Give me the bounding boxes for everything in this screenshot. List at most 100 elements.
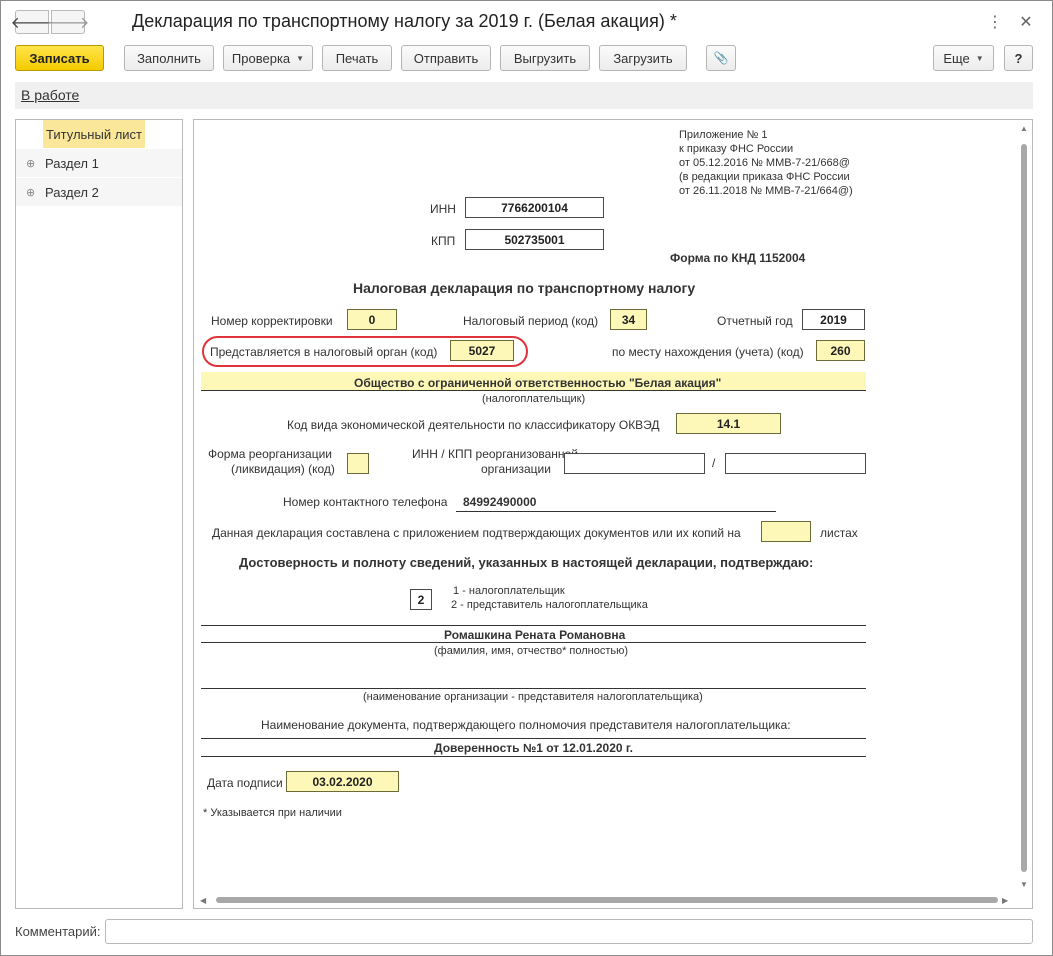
help-button[interactable]: ? <box>1004 45 1033 71</box>
declaration-window: 🡐 🡒 Декларация по транспортному налогу з… <box>0 0 1053 956</box>
reorg-label: Форма реорганизации <box>208 447 332 461</box>
caret-down-icon: ▼ <box>296 53 305 63</box>
divider <box>201 625 866 626</box>
forward-button[interactable]: 🡒 <box>47 10 89 34</box>
divider <box>201 642 866 643</box>
sign-date-field[interactable]: 03.02.2020 <box>286 771 399 792</box>
signer-name[interactable]: Ромашкина Рената Романовна <box>444 628 625 642</box>
sheets-label: листах <box>820 526 858 540</box>
tree-item-label: Раздел 1 <box>45 155 99 171</box>
period-label: Налоговый период (код) <box>463 314 599 328</box>
scroll-down-icon[interactable]: ▼ <box>1020 880 1028 889</box>
location-field[interactable]: 260 <box>816 340 865 361</box>
expand-icon[interactable]: ⊕ <box>26 157 37 170</box>
vertical-scroll-thumb[interactable] <box>1021 144 1027 872</box>
import-button[interactable]: Загрузить <box>599 45 687 71</box>
divider <box>201 756 866 757</box>
scroll-right-icon[interactable]: ▶ <box>1002 896 1008 905</box>
inn-label: ИНН <box>430 202 456 216</box>
attach-button[interactable]: 📎 <box>706 45 736 71</box>
signer-option: 1 - налогоплательщик <box>453 585 565 597</box>
status-link[interactable]: В работе <box>21 87 79 103</box>
confirm-heading: Достоверность и полноту сведений, указан… <box>239 555 814 570</box>
window-title: Декларация по транспортному налогу за 20… <box>132 11 677 31</box>
form-heading: Налоговая декларация по транспортному на… <box>353 280 696 296</box>
phone-value[interactable]: 84992490000 <box>463 495 536 509</box>
paperclip-icon: 📎 <box>713 51 729 65</box>
back-button[interactable]: 🡐 <box>11 10 53 34</box>
expand-icon[interactable]: ⊕ <box>26 186 37 199</box>
appendix-line: от 05.12.2016 № ММВ-7-21/668@ <box>679 157 850 169</box>
doc-value[interactable]: Доверенность №1 от 12.01.2020 г. <box>434 741 633 755</box>
signer-caption: (фамилия, имя, отчество* полностью) <box>434 645 629 657</box>
status-bar: В работе <box>15 82 1033 109</box>
knd-code: Форма по КНД 1152004 <box>670 251 806 265</box>
year-field[interactable]: 2019 <box>802 309 865 330</box>
rep-org-caption: (наименование организации - представител… <box>363 691 703 703</box>
check-dropdown-button[interactable]: Проверка ▼ <box>223 45 313 71</box>
vertical-scrollbar[interactable]: ▲ ▼ <box>1016 120 1032 892</box>
reorg-field[interactable] <box>347 453 369 474</box>
appendix-line: Приложение № 1 <box>679 129 768 141</box>
divider <box>201 738 866 739</box>
scroll-up-icon[interactable]: ▲ <box>1020 124 1028 133</box>
reorg-kpp-field[interactable] <box>725 453 866 474</box>
send-button[interactable]: Отправить <box>401 45 491 71</box>
divider <box>201 390 866 391</box>
attachments-field[interactable] <box>761 521 811 542</box>
fill-button[interactable]: Заполнить <box>124 45 214 71</box>
authority-field[interactable]: 5027 <box>450 340 514 361</box>
horizontal-scrollbar[interactable]: ◀ ▶ <box>194 892 1032 908</box>
location-label: по месту нахождения (учета) (код) <box>612 345 804 359</box>
kpp-field[interactable]: 502735001 <box>465 229 604 250</box>
tree-item-label: Раздел 2 <box>45 184 99 200</box>
correction-field[interactable]: 0 <box>347 309 397 330</box>
tree-item-title-page[interactable]: Титульный лист <box>16 120 182 148</box>
reorg-label: (ликвидация) (код) <box>231 462 335 476</box>
tree-item-section-1[interactable]: ⊕ Раздел 1 <box>16 149 182 177</box>
okved-label: Код вида экономической деятельности по к… <box>287 418 660 432</box>
caret-down-icon: ▼ <box>975 53 984 63</box>
reorg-inn-field[interactable] <box>564 453 705 474</box>
signer-option: 2 - представитель налогоплательщика <box>451 599 648 611</box>
scroll-left-icon[interactable]: ◀ <box>200 896 206 905</box>
footnote: * Указывается при наличии <box>203 807 342 819</box>
export-button[interactable]: Выгрузить <box>500 45 590 71</box>
save-button[interactable]: Записать <box>15 45 104 71</box>
phone-label: Номер контактного телефона <box>283 495 448 509</box>
correction-label: Номер корректировки <box>211 314 333 328</box>
more-label: Еще <box>943 50 970 66</box>
tree-item-section-2[interactable]: ⊕ Раздел 2 <box>16 178 182 206</box>
slash: / <box>712 456 716 470</box>
inn-field[interactable]: 7766200104 <box>465 197 604 218</box>
attachments-label: Данная декларация составлена с приложени… <box>212 526 741 540</box>
authority-label: Представляется в налоговый орган (код) <box>210 345 438 359</box>
horizontal-scroll-thumb[interactable] <box>216 897 998 903</box>
declaration-form: Приложение № 1 к приказу ФНС России от 0… <box>193 119 1033 909</box>
okved-field[interactable]: 14.1 <box>676 413 781 434</box>
appendix-line: от 26.11.2018 № ММВ-7-21/664@) <box>679 185 853 197</box>
org-caption: (налогоплательщик) <box>482 393 586 405</box>
reorg-inn-label: ИНН / КПП реорганизованной <box>412 447 578 461</box>
appendix-line: (в редакции приказа ФНС России <box>679 171 850 183</box>
year-label: Отчетный год <box>717 314 793 328</box>
close-icon[interactable]: ✕ <box>1017 12 1035 32</box>
comment-label: Комментарий: <box>15 924 101 939</box>
sign-date-label: Дата подписи <box>207 776 283 790</box>
org-name: Общество с ограниченной ответственностью… <box>354 376 722 390</box>
doc-label: Наименование документа, подтверждающего … <box>261 718 791 732</box>
section-tree: Титульный лист ⊕ Раздел 1 ⊕ Раздел 2 <box>15 119 183 909</box>
more-dropdown-button[interactable]: Еще ▼ <box>933 45 994 71</box>
signer-code-field[interactable]: 2 <box>410 589 432 610</box>
comment-input[interactable] <box>105 919 1033 944</box>
more-icon[interactable]: ⋮ <box>986 12 1004 32</box>
reorg-inn-label: организации <box>481 462 551 476</box>
tree-item-label: Титульный лист <box>43 120 146 148</box>
check-label: Проверка <box>231 50 291 66</box>
rep-org-line[interactable] <box>201 688 866 689</box>
arrow-right-icon: 🡒 <box>46 14 90 32</box>
kpp-label: КПП <box>431 234 456 248</box>
period-field[interactable]: 34 <box>610 309 647 330</box>
appendix-line: к приказу ФНС России <box>679 143 794 155</box>
print-button[interactable]: Печать <box>322 45 392 71</box>
